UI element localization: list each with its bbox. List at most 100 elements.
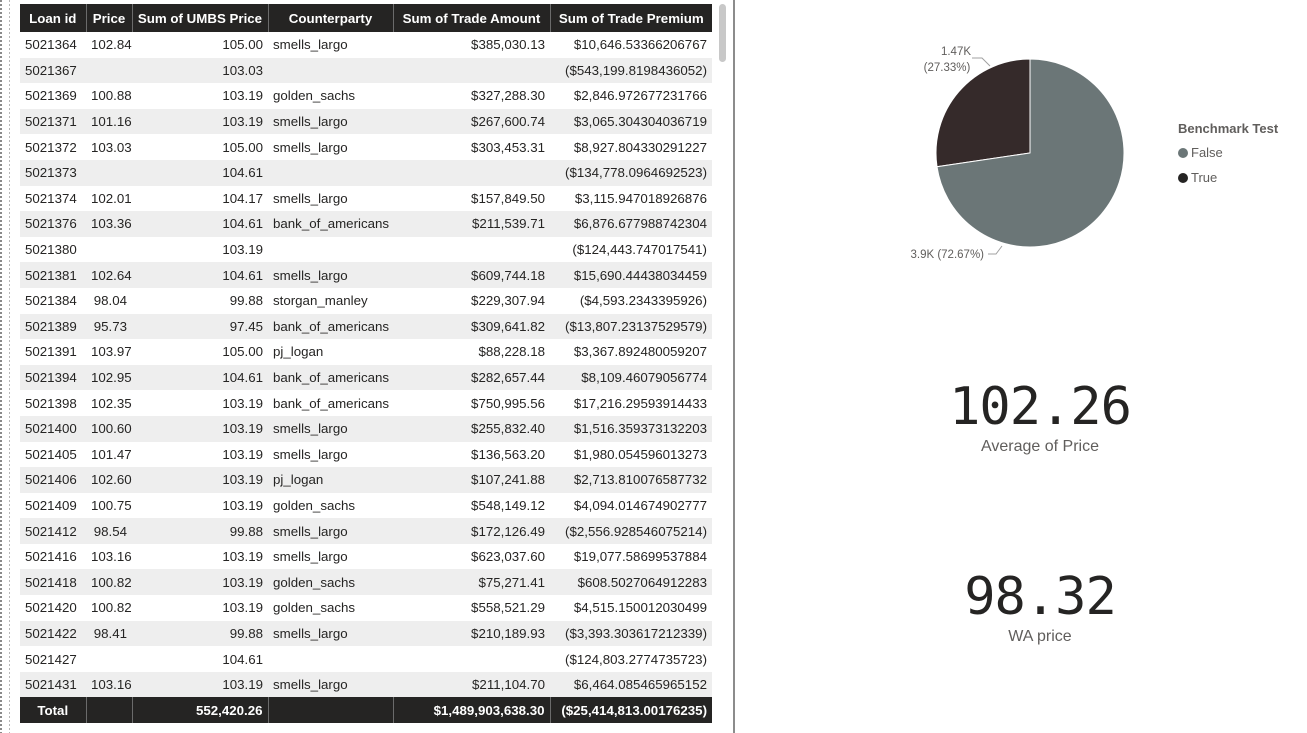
- umbs-price-cell: 104.61: [222, 165, 263, 181]
- table-row[interactable]: 5021371 101.16 103.19 smells_largo $267,600.…: [20, 108, 712, 135]
- table-row[interactable]: 5021369 100.88 103.19 golden_sachs $327,288.…: [20, 83, 712, 109]
- table-row[interactable]: 5021412 98.54 99.88 smells_largo $172,126.49…: [20, 518, 712, 544]
- price-cell: 98.04: [93, 293, 127, 309]
- table-row[interactable]: 5021384 98.04 99.88 storgan_manley $229,307.…: [20, 288, 712, 314]
- counterparty-cell: smells_largo: [273, 549, 348, 565]
- average-price-card[interactable]: 102.26 Average of Price: [890, 378, 1190, 456]
- table-row[interactable]: 5021405 101.47 103.19 smells_largo $136,563.…: [20, 442, 712, 468]
- table-row[interactable]: 5021372 103.03 105.00 smells_largo $303,453.…: [20, 134, 712, 160]
- umbs-price-cell: 103.19: [222, 242, 263, 258]
- price-cell: 103.03: [91, 139, 132, 155]
- trade-premium-cell: $4,515.150012030499: [573, 600, 707, 616]
- table-row[interactable]: 5021431 103.16 103.19 smells_largo $211,104.…: [20, 671, 712, 698]
- table-row[interactable]: 5021416 103.16 103.19 smells_largo $623,037.…: [20, 544, 712, 570]
- price-cell: [86, 58, 132, 84]
- counterparty-cell: bank_of_americans: [273, 395, 390, 411]
- loan-id-cell: 5021364: [25, 37, 77, 53]
- counterparty-cell: bank_of_americans: [273, 216, 390, 232]
- table-row[interactable]: 5021418 100.82 103.19 golden_sachs $75,271.4…: [20, 569, 712, 596]
- table-row[interactable]: 5021398 102.35 103.19 bank_of_americans $750…: [20, 390, 712, 416]
- counterparty-cell: golden_sachs: [273, 497, 356, 513]
- loan-id-cell: 5021389: [25, 318, 77, 334]
- umbs-price-cell: 103.19: [222, 472, 263, 488]
- price-cell: 102.01: [91, 190, 132, 206]
- trade-amount-cell: $282,657.44: [471, 370, 545, 386]
- table-row[interactable]: 5021420 100.82 103.19 golden_sachs $558,521.…: [20, 595, 712, 621]
- legend-item-false[interactable]: False: [1178, 140, 1278, 165]
- counterparty-cell: bank_of_americans: [273, 370, 390, 386]
- pie-slice-true[interactable]: [935, 58, 1031, 168]
- trade-premium-cell: $8,927.804330291227: [573, 139, 707, 155]
- trade-premium-cell: $15,690.44438034459: [573, 267, 707, 283]
- header-price[interactable]: Price: [86, 4, 133, 32]
- visual-divider: [733, 0, 735, 733]
- header-trade-amount[interactable]: Sum of Trade Amount: [393, 4, 551, 32]
- umbs-price-cell: 105.00: [222, 344, 263, 360]
- price-cell: 100.75: [91, 497, 132, 513]
- price-cell: 101.16: [91, 114, 132, 130]
- table-row[interactable]: 5021389 95.73 97.45 bank_of_americans $309,6…: [20, 313, 712, 340]
- trade-amount-cell: $548,149.12: [471, 497, 545, 513]
- trade-amount-cell: $211,539.71: [472, 216, 545, 232]
- header-loan-id[interactable]: Loan id: [20, 4, 87, 32]
- legend-label-false: False: [1191, 145, 1223, 160]
- table-row[interactable]: 5021373 104.61 ($134,778.0964692523): [20, 159, 712, 186]
- trade-amount-cell: $255,832.40: [471, 421, 545, 437]
- trade-amount-cell: $267,600.74: [471, 114, 545, 130]
- pie-label-true: 1.47K (27.33%): [924, 46, 991, 74]
- umbs-price-cell: 103.19: [222, 88, 263, 104]
- loan-id-cell: 5021367: [25, 62, 77, 78]
- loan-id-cell: 5021427: [25, 651, 77, 667]
- table-row[interactable]: 5021400 100.60 103.19 smells_largo $255,832.…: [20, 415, 712, 442]
- scrollbar-thumb[interactable]: [719, 4, 726, 62]
- header-trade-premium[interactable]: Sum of Trade Premium: [550, 4, 712, 32]
- table-row[interactable]: 5021427 104.61 ($124,803.2774735723): [20, 646, 712, 672]
- price-cell: 102.95: [91, 370, 132, 386]
- table-row[interactable]: 5021422 98.41 99.88 smells_largo $210,189.93…: [20, 620, 712, 647]
- table-row[interactable]: 5021406 102.60 103.19 pj_logan $107,241.88 $2…: [20, 467, 712, 493]
- trade-premium-cell: $3,065.304304036719: [573, 114, 707, 130]
- table-row[interactable]: 5021381 102.64 104.61 smells_largo $609,744.…: [20, 262, 712, 288]
- loan-id-cell: 5021398: [25, 395, 77, 411]
- table-row[interactable]: 5021376 103.36 104.61 bank_of_americans $211…: [20, 211, 712, 237]
- table-row[interactable]: 5021394 102.95 104.61 bank_of_americans $282…: [20, 364, 712, 391]
- wa-price-card[interactable]: 98.32 WA price: [890, 568, 1190, 646]
- price-cell: [86, 160, 132, 186]
- counterparty-cell: golden_sachs: [273, 574, 356, 590]
- leader-line-false: [988, 245, 1003, 255]
- table-scrollbar[interactable]: [719, 4, 727, 726]
- table-row[interactable]: 5021409 100.75 103.19 golden_sachs $548,149.…: [20, 493, 712, 519]
- average-price-label: Average of Price: [981, 438, 1099, 455]
- trade-premium-cell: ($4,593.2343395926): [579, 293, 707, 309]
- counterparty-cell: pj_logan: [273, 472, 324, 488]
- table-row[interactable]: 5021380 103.19 ($124,443.747017541): [20, 237, 712, 263]
- table-row[interactable]: 5021374 102.01 104.17 smells_largo $157,849.…: [20, 186, 712, 212]
- price-cell: 103.16: [91, 677, 132, 693]
- legend-item-true[interactable]: True: [1178, 165, 1278, 190]
- header-counterparty[interactable]: Counterparty: [268, 4, 394, 32]
- legend-dot-true: [1178, 172, 1188, 183]
- trade-premium-cell: ($13,807.23137529579): [565, 318, 707, 334]
- counterparty-cell: golden_sachs: [273, 600, 356, 616]
- loan-table-visual[interactable]: Loan id Price Sum of UMBS Price Counterp…: [20, 4, 712, 730]
- trade-amount-cell: $309,641.82: [471, 318, 545, 334]
- price-cell: 95.73: [93, 318, 127, 334]
- price-cell: 103.36: [91, 216, 132, 232]
- price-cell: 98.54: [93, 523, 127, 539]
- loan-id-cell: 5021391: [25, 344, 77, 360]
- label-false: 3.9K (72.67%): [910, 249, 984, 261]
- trade-amount-cell: $303,453.31: [471, 139, 545, 155]
- table-row[interactable]: 5021364 102.84 105.00 smells_largo $385,030.…: [20, 32, 712, 58]
- table-body: 5021364 102.84 105.00 smells_largo $385,030.…: [20, 32, 712, 698]
- trade-premium-cell: ($124,803.2774735723): [565, 651, 707, 667]
- umbs-price-cell: 103.19: [222, 421, 263, 437]
- table-row[interactable]: 5021367 103.03 ($543,199.8198436052): [20, 57, 712, 84]
- price-cell: [86, 237, 132, 263]
- page-left-guide: [9, 0, 10, 733]
- header-umbs-price[interactable]: Sum of UMBS Price: [132, 4, 269, 32]
- umbs-price-cell: 103.19: [222, 600, 263, 616]
- counterparty-cell: smells_largo: [273, 114, 348, 130]
- table-row[interactable]: 5021391 103.97 105.00 pj_logan $88,228.18 $3,…: [20, 339, 712, 365]
- price-cell: [86, 646, 132, 672]
- table-header-row: Loan id Price Sum of UMBS Price Counterp…: [20, 4, 712, 32]
